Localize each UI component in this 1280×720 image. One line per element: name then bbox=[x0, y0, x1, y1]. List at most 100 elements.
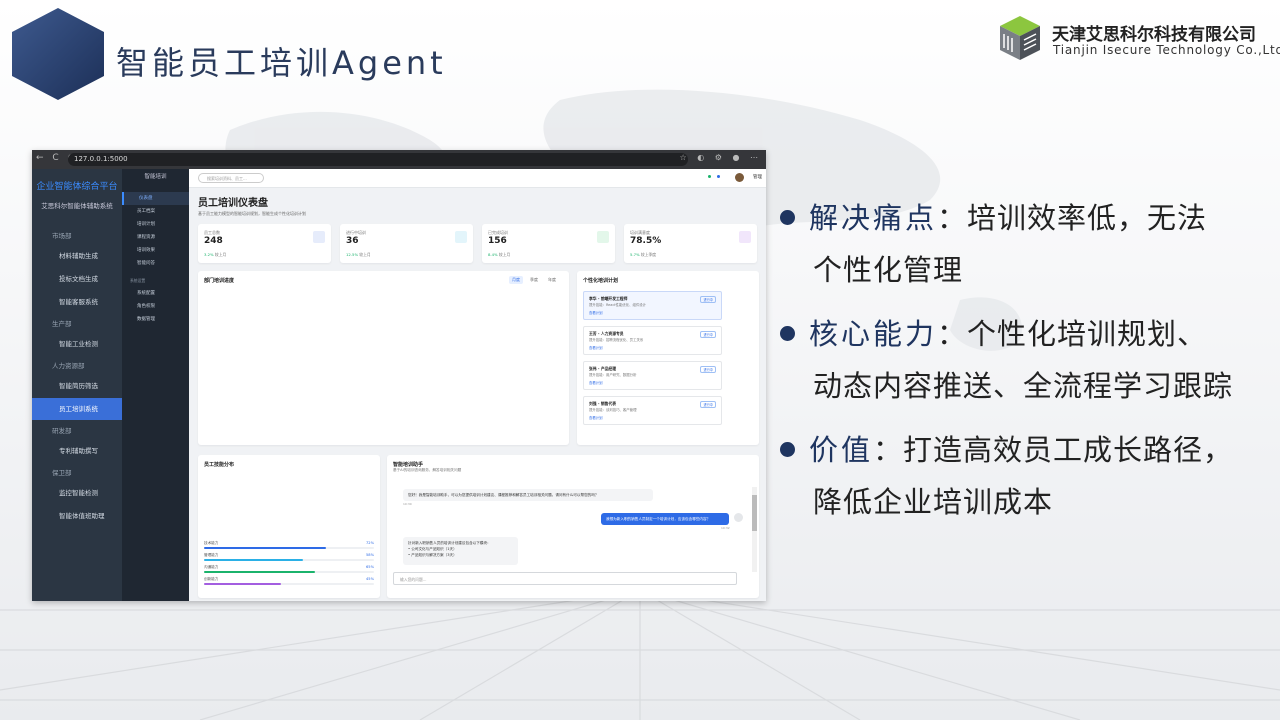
sub-sidebar-item[interactable]: 培训效果 bbox=[122, 244, 189, 257]
bullet-keyword: 价值 bbox=[809, 433, 874, 467]
skill-bar-fill bbox=[204, 547, 327, 549]
sidebar-section-label: 生产部 bbox=[52, 320, 72, 328]
view-plan-link[interactable]: 查看计划 bbox=[589, 415, 603, 420]
bullet-core-ability: 核心能力：个性化培训规划、 动态内容推送、全流程学习跟踪 bbox=[780, 308, 1270, 412]
bullet-keyword: 解决痛点 bbox=[809, 201, 938, 235]
bullet-dot-icon bbox=[780, 325, 795, 341]
sidebar-item[interactable]: 投标文档生成 bbox=[32, 268, 122, 290]
company-name-cn: 天津艾思科尔科技有限公司 bbox=[1052, 25, 1256, 45]
sub-sidebar-header: 智能培训 bbox=[144, 174, 167, 180]
skill-bar-track bbox=[204, 583, 374, 585]
stat-value: 36 bbox=[346, 236, 359, 246]
bot-message-time: 10:30 bbox=[403, 502, 412, 506]
skill-percent: 45% bbox=[366, 577, 374, 581]
scrollbar-thumb[interactable] bbox=[752, 495, 757, 531]
sidebar-section-label: 市场部 bbox=[52, 232, 72, 240]
bot-reply: 针对新入职销售人员的培训计划建议包含以下模块： • 公司文化与产品知识（1天） … bbox=[403, 537, 518, 565]
plan-skills: 提升技能：谈判技巧、客户管理 bbox=[589, 408, 637, 412]
stat-icon bbox=[455, 231, 467, 243]
sub-sidebar-item[interactable]: 角色权限 bbox=[122, 300, 189, 313]
bullet-value: 价值：打造高效员工成长路径， 降低企业培训成本 bbox=[780, 424, 1270, 528]
sidebar-item[interactable]: 材料辅助生成 bbox=[32, 245, 122, 267]
period-tabs: 月度 季度 年度 bbox=[505, 276, 559, 284]
stat-card: 员工总数 248 3.2% 较上月 bbox=[198, 224, 331, 263]
user-avatar-icon bbox=[734, 513, 743, 522]
sidebar-item[interactable]: 智能体值班助理 bbox=[32, 505, 122, 527]
sidebar-item[interactable]: 智能简历筛选 bbox=[32, 375, 122, 397]
dept-progress-title: 部门培训进度 bbox=[204, 278, 235, 284]
stat-change: 5.7% 较上季度 bbox=[630, 252, 657, 257]
sub-sidebar-item[interactable]: 仪表盘 bbox=[122, 192, 189, 205]
sub-sidebar-item[interactable]: 数据管理 bbox=[122, 313, 189, 326]
sub-sidebar-item[interactable]: 员工档案 bbox=[122, 205, 189, 218]
skill-bar-track bbox=[204, 559, 374, 561]
sidebar-item[interactable]: 员工培训系统 bbox=[32, 398, 122, 420]
bullet-text: ：培训效率低，无法 bbox=[937, 201, 1208, 235]
sub-sidebar-section-label: 系统设置 bbox=[130, 278, 146, 283]
sub-sidebar-item[interactable]: 课程资源 bbox=[122, 231, 189, 244]
tab-monthly[interactable]: 月度 bbox=[509, 276, 523, 284]
tab-yearly[interactable]: 年度 bbox=[545, 276, 559, 284]
skill-distribution-card: 员工技能分布 技术能力 72% 管理能力 58% 沟通能力 65% 创新能力 45% bbox=[198, 455, 380, 598]
skill-percent: 72% bbox=[366, 541, 374, 545]
sidebar-item[interactable]: 监控智能检测 bbox=[32, 482, 122, 504]
plan-status-badge: 进行中 bbox=[700, 366, 716, 373]
skill-label: 管理能力 bbox=[204, 553, 219, 557]
user-name[interactable]: 管理 bbox=[753, 174, 762, 180]
sub-sidebar-item[interactable]: 智能问答 bbox=[122, 257, 189, 270]
stat-icon bbox=[739, 231, 751, 243]
chat-scrollbar[interactable] bbox=[752, 487, 757, 572]
sidebar-section-label: 人力资源部 bbox=[52, 362, 85, 370]
plan-skills: 提升技能：用户研究、数据分析 bbox=[589, 373, 637, 377]
tab-quarterly[interactable]: 季度 bbox=[527, 276, 541, 284]
plan-status-badge: 进行中 bbox=[700, 401, 716, 408]
skill-percent: 58% bbox=[366, 553, 374, 557]
bullet-text: ：个性化培训规划、 bbox=[937, 317, 1208, 351]
plan-item[interactable]: 刘强 - 销售代表 提升技能：谈判技巧、客户管理 查看计划 进行中 bbox=[583, 396, 722, 425]
stat-card: 已完成培训 156 8.4% 较上月 bbox=[482, 224, 615, 263]
chat-input[interactable]: 输入您的问题... bbox=[393, 572, 737, 585]
view-plan-link[interactable]: 查看计划 bbox=[589, 310, 603, 315]
sub-sidebar: 智能培训 仪表盘 员工档案 培训计划 课程资源 培训效果 智能问答系统设置系统配置 角色权限… bbox=[122, 169, 189, 601]
stat-change: 3.2% 较上月 bbox=[204, 252, 227, 257]
skill-bar-track bbox=[204, 547, 374, 549]
sub-sidebar-item[interactable]: 系统配置 bbox=[122, 287, 189, 300]
dept-progress-card: 部门培训进度 月度 季度 年度 bbox=[198, 271, 569, 445]
chat-subtitle: 基于AI的培训咨询服务，解答培训相关问题 bbox=[393, 468, 462, 472]
platform-subtitle: 艾思科尔智能体辅助系统 bbox=[41, 202, 113, 210]
hexagon-badge-icon bbox=[12, 8, 104, 100]
skill-bar-fill bbox=[204, 559, 303, 561]
avatar[interactable] bbox=[735, 173, 744, 182]
stat-value: 248 bbox=[204, 236, 223, 246]
bullet-dot-icon bbox=[780, 209, 795, 225]
bullet-text-continued: 个性化管理 bbox=[813, 253, 964, 287]
sidebar-item[interactable]: 专利辅助撰写 bbox=[32, 440, 122, 462]
view-plan-link[interactable]: 查看计划 bbox=[589, 380, 603, 385]
sidebar-item[interactable]: 智能客服系统 bbox=[32, 291, 122, 313]
bullet-text-continued: 动态内容推送、全流程学习跟踪 bbox=[813, 369, 1234, 403]
browser-toolbar: ← C ⊙ 127.0.0.1:5000 ☆ ◐ ⚙ ● ⋯ bbox=[32, 150, 766, 169]
plan-item[interactable]: 王芳 - 人力资源专员 提升技能：招聘流程优化、员工关系 查看计划 进行中 bbox=[583, 326, 722, 355]
search-input[interactable]: 搜索培训资料、员工... bbox=[198, 173, 264, 183]
main-sidebar: 企业智能体综合平台 艾思科尔智能体辅助系统 市场部 材料辅助生成 投标文档生成 智能客… bbox=[32, 169, 122, 601]
personal-plan-title: 个性化培训计划 bbox=[583, 278, 619, 284]
stat-icon bbox=[597, 231, 609, 243]
stat-icon bbox=[313, 231, 325, 243]
view-plan-link[interactable]: 查看计划 bbox=[589, 345, 603, 350]
bullet-text-continued: 降低企业培训成本 bbox=[813, 485, 1054, 519]
stat-value: 156 bbox=[488, 236, 507, 246]
browser-action-icons[interactable]: ☆ ◐ ⚙ ● ⋯ bbox=[680, 153, 762, 162]
address-bar[interactable]: 127.0.0.1:5000 bbox=[68, 153, 688, 166]
sidebar-item[interactable]: 智能工业检测 bbox=[32, 333, 122, 355]
plan-item[interactable]: 张伟 - 产品经理 提升技能：用户研究、数据分析 查看计划 进行中 bbox=[583, 361, 722, 390]
skill-label: 创新能力 bbox=[204, 577, 219, 581]
status-dots bbox=[708, 174, 726, 180]
bullet-text: ：打造高效员工成长路径， bbox=[873, 433, 1234, 467]
plan-item[interactable]: 李华 - 前端开发工程师 提升技能：React性能优化、组件设计 查看计划 进行中 bbox=[583, 291, 722, 320]
personal-plan-card: 个性化培训计划 李华 - 前端开发工程师 提升技能：React性能优化、组件设计查… bbox=[577, 271, 759, 445]
stat-change: 8.4% 较上月 bbox=[488, 252, 511, 257]
skill-percent: 65% bbox=[366, 565, 374, 569]
top-bar: 搜索培训资料、员工... 管理 bbox=[189, 169, 766, 188]
sub-sidebar-item[interactable]: 培训计划 bbox=[122, 218, 189, 231]
company-name-en: Tianjin Isecure Technology Co.,Ltd bbox=[1053, 43, 1280, 57]
